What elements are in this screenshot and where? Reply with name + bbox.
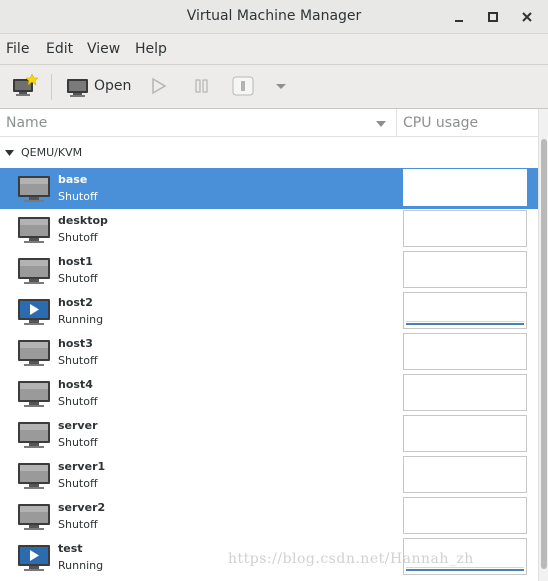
menu-view[interactable]: View xyxy=(87,41,120,57)
cpu-graph-line xyxy=(406,323,524,325)
menu-file[interactable]: File xyxy=(6,41,29,57)
watermark: https://blog.csdn.net/Hannah_zh xyxy=(228,551,474,567)
monitor-off-icon xyxy=(18,258,50,284)
maximize-icon[interactable] xyxy=(484,8,502,26)
column-cpu-usage[interactable]: CPU usage xyxy=(403,115,478,131)
vm-status: Shutoff xyxy=(58,518,98,531)
column-divider xyxy=(396,109,397,137)
power-icon xyxy=(232,76,254,96)
vm-status: Running xyxy=(58,313,104,326)
cpu-usage-graph xyxy=(403,210,527,247)
monitor-off-icon xyxy=(18,176,50,202)
monitor-play-icon xyxy=(18,299,50,325)
vm-name: test xyxy=(58,542,83,555)
close-icon[interactable] xyxy=(518,8,536,26)
toolbar-separator xyxy=(51,74,52,100)
vm-row[interactable]: server Shutoff xyxy=(0,414,538,455)
shutdown-button[interactable] xyxy=(232,71,254,101)
vm-row[interactable]: host3 Shutoff xyxy=(0,332,538,373)
vm-name: host4 xyxy=(58,378,93,391)
cpu-usage-graph xyxy=(403,456,527,493)
chevron-down-icon xyxy=(276,84,286,89)
vm-name: desktop xyxy=(58,214,108,227)
column-name[interactable]: Name xyxy=(6,115,47,131)
vm-row[interactable]: server2 Shutoff xyxy=(0,496,538,537)
cpu-usage-graph xyxy=(403,292,527,329)
monitor-off-icon xyxy=(18,504,50,530)
vm-name: base xyxy=(58,173,88,186)
vm-status: Shutoff xyxy=(58,272,98,285)
menu-edit[interactable]: Edit xyxy=(46,41,73,57)
vm-row[interactable]: base Shutoff xyxy=(0,168,538,209)
monitor-play-icon xyxy=(18,545,50,571)
cpu-usage-graph xyxy=(403,333,527,370)
run-button[interactable] xyxy=(149,71,169,101)
vm-status: Shutoff xyxy=(58,436,98,449)
scrollbar[interactable] xyxy=(538,109,548,581)
monitor-off-icon xyxy=(18,340,50,366)
cpu-usage-graph xyxy=(403,374,527,411)
cpu-graph-fill xyxy=(406,321,524,322)
play-icon xyxy=(152,77,167,95)
column-header: Name CPU usage xyxy=(0,109,538,137)
vm-name: host1 xyxy=(58,255,93,268)
vm-name: host2 xyxy=(58,296,93,309)
new-vm-button[interactable] xyxy=(10,71,40,101)
vm-status: Running xyxy=(58,559,104,572)
menu-help[interactable]: Help xyxy=(135,41,167,57)
vm-row[interactable]: server1 Shutoff xyxy=(0,455,538,496)
title-bar: Virtual Machine Manager xyxy=(0,0,548,34)
expander-icon[interactable] xyxy=(5,149,15,157)
vm-name: host3 xyxy=(58,337,93,350)
open-button-icon[interactable] xyxy=(64,71,90,101)
menu-bar: File Edit View Help xyxy=(0,34,548,65)
cpu-usage-graph xyxy=(403,497,527,534)
pause-icon xyxy=(195,79,208,93)
open-button[interactable]: Open xyxy=(94,78,131,94)
monitor-off-icon xyxy=(18,463,50,489)
vm-row[interactable]: host4 Shutoff xyxy=(0,373,538,414)
vm-name: server2 xyxy=(58,501,106,514)
vm-status: Shutoff xyxy=(58,395,98,408)
monitor-off-icon xyxy=(18,422,50,448)
cpu-graph-line xyxy=(406,569,524,571)
cpu-usage-graph xyxy=(403,251,527,288)
vm-name: server1 xyxy=(58,460,106,473)
monitor-off-icon xyxy=(18,381,50,407)
vm-row[interactable]: host2 Running xyxy=(0,291,538,332)
vm-status: Shutoff xyxy=(58,477,98,490)
vm-row[interactable]: host1 Shutoff xyxy=(0,250,538,291)
cpu-usage-graph xyxy=(403,169,527,206)
vm-name: server xyxy=(58,419,98,432)
toolbar: Open xyxy=(0,65,548,109)
scrollbar-thumb[interactable] xyxy=(541,139,547,569)
vm-status: Shutoff xyxy=(58,354,98,367)
new-vm-icon xyxy=(13,73,39,96)
vm-status: Shutoff xyxy=(58,231,98,244)
connection-group[interactable]: QEMU/KVM xyxy=(0,137,538,168)
monitor-off-icon xyxy=(18,217,50,243)
shutdown-menu-button[interactable] xyxy=(273,71,289,101)
monitor-icon xyxy=(67,79,88,97)
vm-row[interactable]: desktop Shutoff xyxy=(0,209,538,250)
cpu-graph-fill xyxy=(406,567,524,568)
vm-status: Shutoff xyxy=(58,190,98,203)
sort-arrow-icon[interactable] xyxy=(375,119,387,129)
minimize-icon[interactable] xyxy=(450,8,468,26)
cpu-usage-graph xyxy=(403,415,527,452)
connection-label: QEMU/KVM xyxy=(21,146,83,159)
pause-button[interactable] xyxy=(192,71,212,101)
